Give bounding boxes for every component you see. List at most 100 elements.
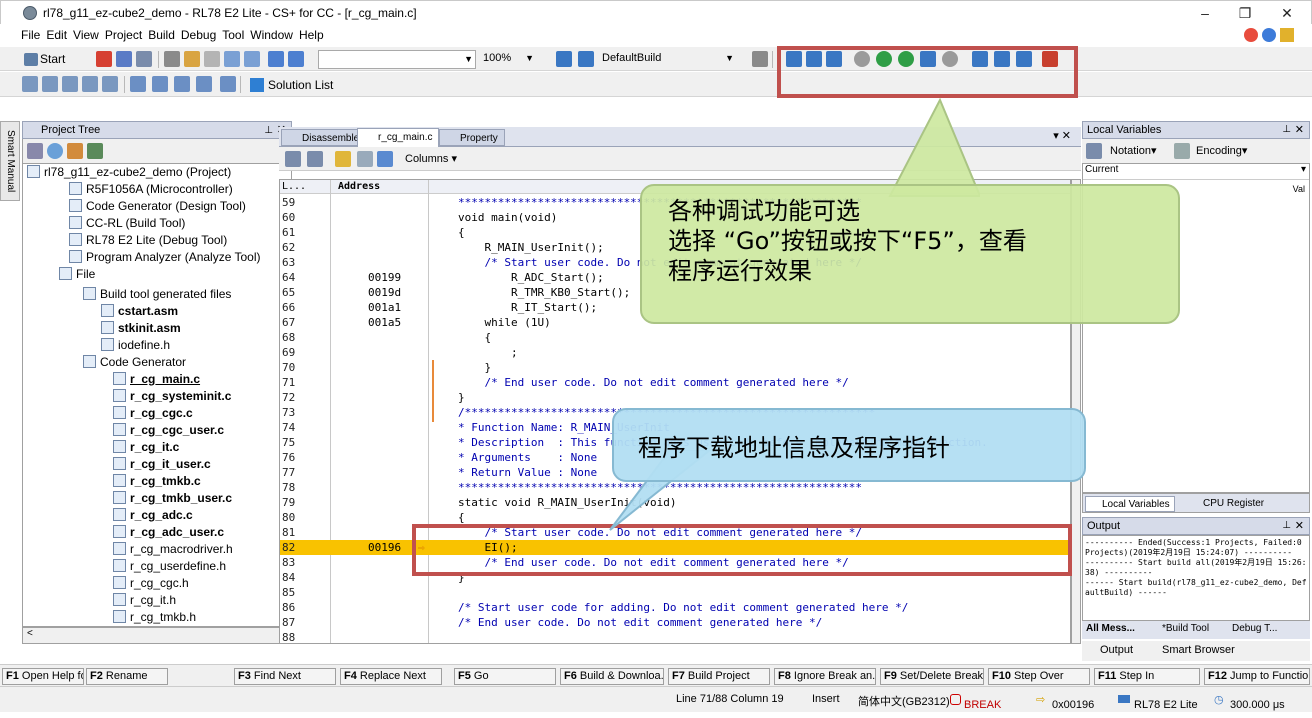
tree-horizontal-scrollbar[interactable]: < >: [22, 627, 292, 644]
view-icon-3[interactable]: [62, 76, 78, 92]
tree-item-project[interactable]: rl78_g11_ez-cube2_demo (Project): [27, 164, 231, 181]
tree-item-debug-tool[interactable]: RL78 E2 Lite (Debug Tool): [69, 232, 227, 249]
redo-icon[interactable]: [244, 51, 260, 67]
window-icon-2[interactable]: [152, 76, 168, 92]
fkey-f3[interactable]: F3 Find Next: [234, 668, 336, 685]
window-icon-1[interactable]: [130, 76, 146, 92]
tree-item-file-node[interactable]: r_cg_adc_user.c: [113, 524, 224, 541]
user-icon[interactable]: [67, 143, 83, 159]
cut-icon[interactable]: [164, 51, 180, 67]
tools-icon[interactable]: [752, 51, 768, 67]
go-to-pc-icon[interactable]: [335, 151, 351, 167]
fkey-f10[interactable]: F10 Step Over: [988, 668, 1090, 685]
code-line[interactable]: 88: [280, 630, 1070, 643]
tree-item-file-node[interactable]: r_cg_cgc_user.c: [113, 422, 224, 439]
view-icon-5[interactable]: [102, 76, 118, 92]
zoom-combo[interactable]: 100% ▼: [480, 50, 536, 69]
tab-debug-tool[interactable]: Debug T...: [1232, 623, 1277, 634]
forward-icon[interactable]: [357, 151, 373, 167]
tree-item-file-node[interactable]: r_cg_cgc.h: [113, 575, 189, 592]
menu-view[interactable]: View: [70, 24, 102, 46]
fkey-f9[interactable]: F9 Set/Delete Break: [880, 668, 984, 685]
tree-item-file-node[interactable]: r_cg_userdefine.h: [113, 558, 226, 575]
fkey-f5[interactable]: F5 Go: [454, 668, 556, 685]
start-button[interactable]: Start: [22, 50, 82, 69]
tree-item-file-node[interactable]: r_cg_main.c: [113, 371, 200, 388]
code-line[interactable]: 68 {: [280, 330, 1070, 345]
tree-item-code-generator[interactable]: Code Generator: [83, 354, 186, 371]
tree-item-file-node[interactable]: stkinit.asm: [101, 320, 181, 337]
tab-cpu-register[interactable]: CPU Register: [1187, 496, 1264, 512]
code-line[interactable]: 86 /* Start user code for adding. Do not …: [280, 600, 1070, 615]
tree-item-build-generated[interactable]: Build tool generated files: [83, 286, 231, 303]
tree-item-file-node[interactable]: r_cg_macrodriver.h: [113, 541, 233, 558]
code-line[interactable]: 87 /* End user code. Do not edit comment …: [280, 615, 1070, 630]
tree-item-file-node[interactable]: r_cg_systeminit.c: [113, 388, 231, 405]
feedback-icon[interactable]: [1244, 28, 1258, 42]
editor-tool-icon-1[interactable]: [285, 151, 301, 167]
code-line[interactable]: 71 /* End user code. Do not edit comment…: [280, 375, 1070, 390]
tree-item-file-node[interactable]: r_cg_tmkb.c: [113, 473, 201, 490]
panel-close-icon[interactable]: ✕: [1295, 518, 1304, 534]
save-all-icon[interactable]: [136, 51, 152, 67]
tree-item-file-node[interactable]: r_cg_cgc.c: [113, 405, 193, 422]
fkey-f11[interactable]: F11 Step In: [1094, 668, 1200, 685]
window-icon-4[interactable]: [196, 76, 212, 92]
tab-main-c[interactable]: r_cg_main.c: [357, 128, 440, 147]
tree-item-file-node[interactable]: cstart.asm: [101, 303, 178, 320]
code-line[interactable]: 70 }: [280, 360, 1070, 375]
menu-build[interactable]: Build: [145, 24, 178, 46]
encoding-dropdown[interactable]: Encoding▾: [1196, 144, 1247, 157]
fkey-f12[interactable]: F12 Jump to Function: [1204, 668, 1310, 685]
fkey-f2[interactable]: F2 Rename: [86, 668, 168, 685]
menu-edit[interactable]: Edit: [43, 24, 70, 46]
window-icon-5[interactable]: [220, 76, 236, 92]
tree-item-file-node[interactable]: r_cg_it.h: [113, 592, 176, 609]
save-icon[interactable]: [116, 51, 132, 67]
property-icon[interactable]: [27, 143, 43, 159]
window-icon-3[interactable]: [174, 76, 190, 92]
hex-icon[interactable]: [1174, 143, 1190, 159]
tab-local-variables[interactable]: Local Variables: [1085, 496, 1175, 512]
tab-all-messages[interactable]: All Mess...: [1086, 623, 1135, 634]
refresh-icon[interactable]: [47, 143, 63, 159]
paste-icon[interactable]: [204, 51, 220, 67]
pin-icon[interactable]: ⊥: [264, 123, 273, 139]
view-icon-1[interactable]: [22, 76, 38, 92]
menu-project[interactable]: Project: [102, 24, 145, 46]
tab-property[interactable]: Property: [439, 129, 505, 146]
tree-item-file-node[interactable]: r_cg_tmkb.h: [113, 609, 196, 626]
scroll-left-icon[interactable]: <: [27, 628, 33, 639]
pin-icon[interactable]: ⊥: [1282, 518, 1291, 534]
editor-tool-icon-2[interactable]: [307, 151, 323, 167]
current-scope-select[interactable]: Current ▾: [1083, 164, 1309, 180]
notation-dropdown[interactable]: Notation▾: [1110, 144, 1157, 157]
tree-item-file-node[interactable]: r_cg_it.c: [113, 439, 179, 456]
smart-manual-tab[interactable]: Smart Manual: [0, 121, 20, 201]
minimize-button[interactable]: –: [1187, 3, 1223, 23]
tab-build-tool[interactable]: *Build Tool: [1162, 623, 1209, 634]
find-icon[interactable]: [268, 51, 284, 67]
undo-icon[interactable]: [224, 51, 240, 67]
tree-item-microcontroller[interactable]: R5F1056A (Microcontroller): [69, 181, 233, 198]
panel-close-icon[interactable]: ✕: [1295, 122, 1304, 138]
tree-item-build-tool[interactable]: CC-RL (Build Tool): [69, 215, 185, 232]
tree-item-file-node[interactable]: r_cg_it_user.c: [113, 456, 211, 473]
build-project-icon[interactable]: [556, 51, 572, 67]
help-icon[interactable]: [1262, 28, 1276, 42]
tree-item-file-node[interactable]: r_cg_tmkb_user.c: [113, 490, 232, 507]
close-button[interactable]: ✕: [1269, 3, 1305, 23]
solution-list-button[interactable]: Solution List: [248, 76, 333, 94]
fkey-f6[interactable]: F6 Build & Downloa...: [560, 668, 664, 685]
code-line[interactable]: 85: [280, 585, 1070, 600]
code-line[interactable]: 69 ;: [280, 345, 1070, 360]
editor-close-icon[interactable]: ▾ ✕: [1053, 129, 1071, 142]
local-vars-icon[interactable]: [1086, 143, 1102, 159]
fkey-f7[interactable]: F7 Build Project: [668, 668, 770, 685]
menu-help[interactable]: Help: [296, 24, 327, 46]
menu-window[interactable]: Window: [247, 24, 296, 46]
search-combo[interactable]: ▼: [318, 50, 476, 69]
tree-item-file-node[interactable]: r_cg_adc.c: [113, 507, 193, 524]
restore-button[interactable]: ❐: [1227, 3, 1263, 23]
view-icon-2[interactable]: [42, 76, 58, 92]
